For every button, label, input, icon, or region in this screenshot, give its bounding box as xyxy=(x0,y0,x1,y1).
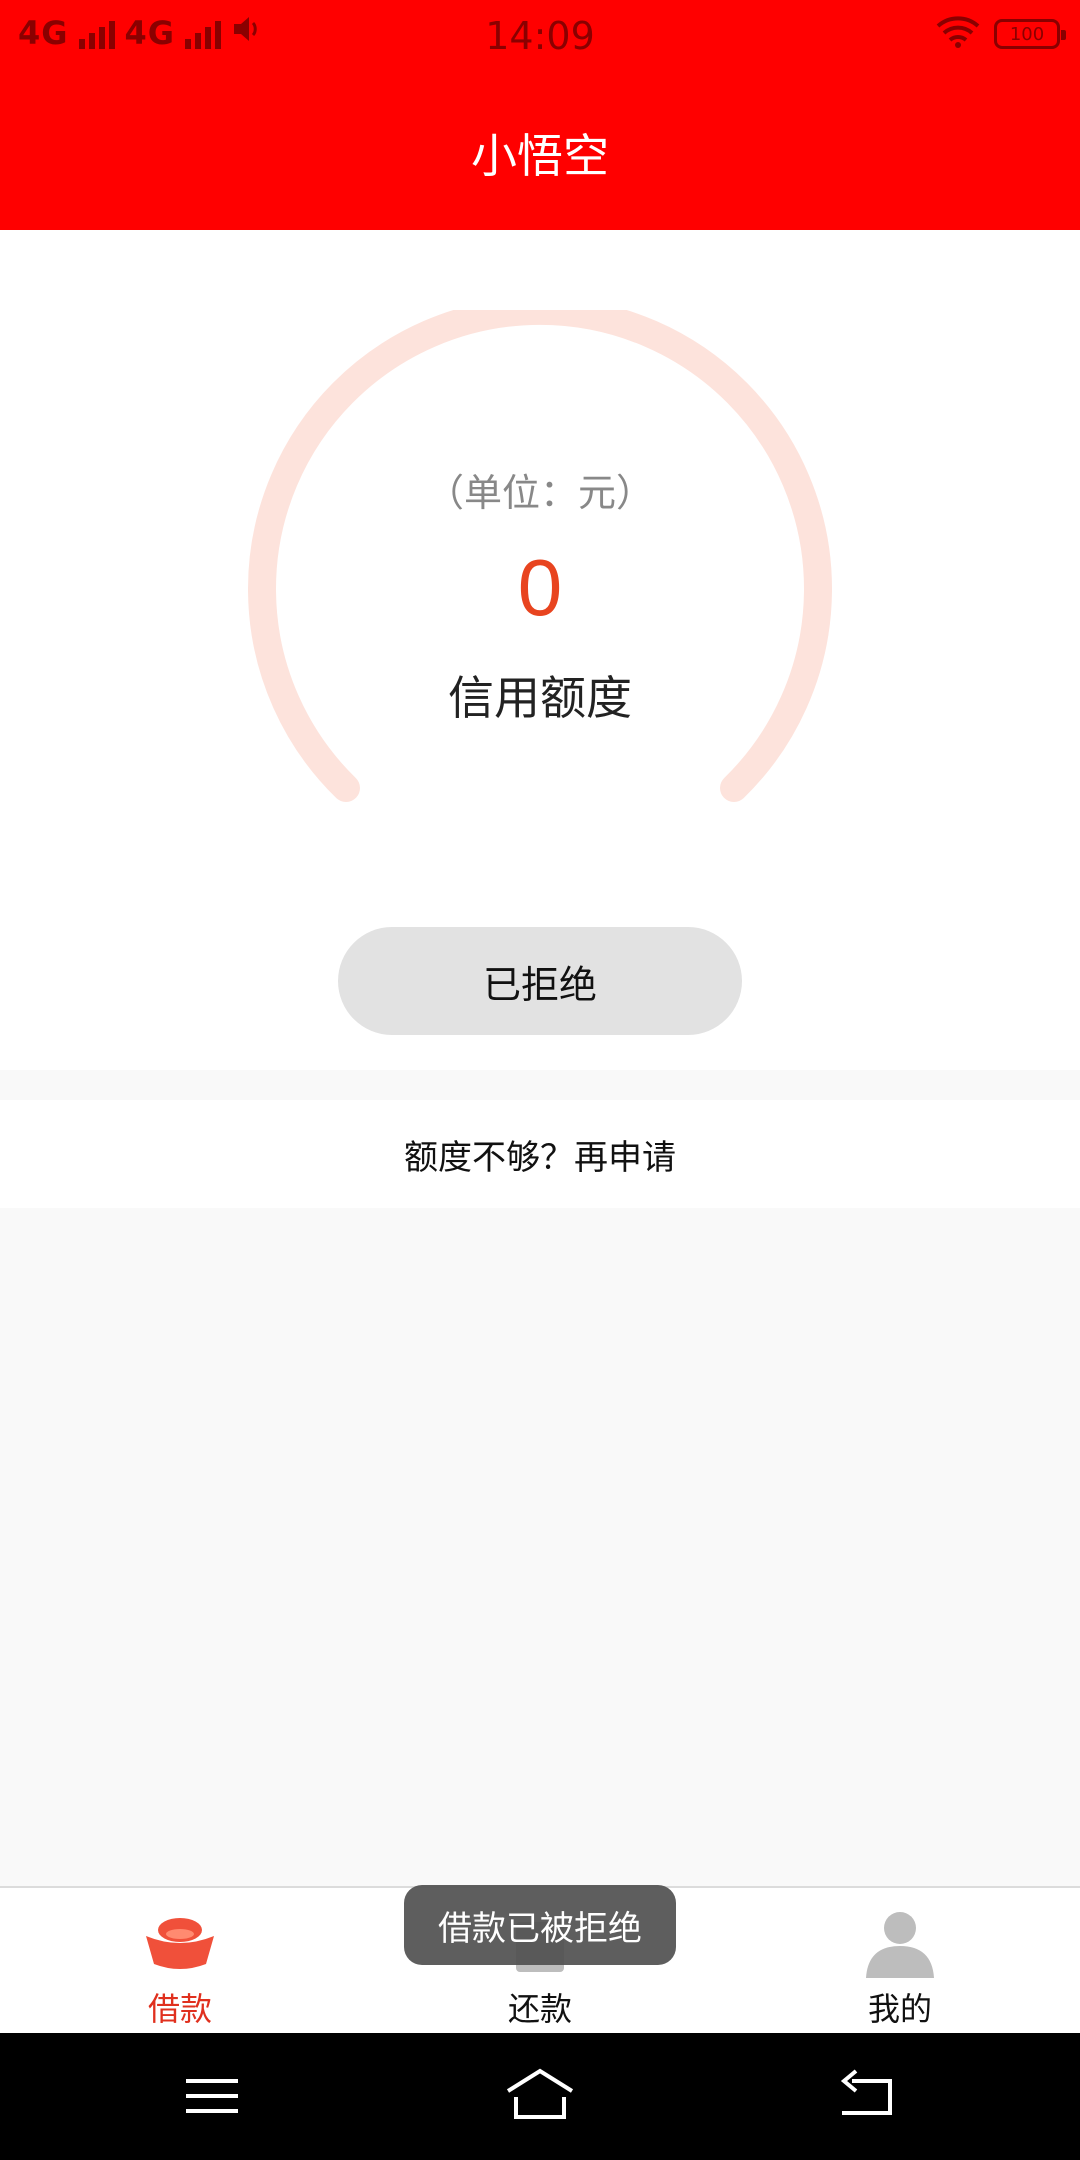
tab-borrow-label: 借款 xyxy=(147,1990,212,2028)
status-bar-right: 100 xyxy=(936,16,1066,52)
credit-label: 信用额度 xyxy=(448,671,632,725)
menu-icon[interactable] xyxy=(172,2061,252,2131)
tab-borrow[interactable]: 借款 xyxy=(0,1888,360,2033)
tab-mine[interactable]: 我的 xyxy=(720,1888,1080,2033)
status-bar: 4G 4G 14:09 100 xyxy=(0,0,1080,75)
tab-repay-label: 还款 xyxy=(507,1990,572,2028)
reapply-link[interactable]: 额度不够？再申请 xyxy=(0,1100,1080,1208)
toast-text: 借款已被拒绝 xyxy=(438,1908,642,1949)
app-header: 小悟空 xyxy=(0,75,1080,230)
tab-mine-label: 我的 xyxy=(867,1990,932,2028)
page-title: 小悟空 xyxy=(471,128,609,183)
battery-icon: 100 xyxy=(994,19,1066,49)
gold-ingot-icon xyxy=(146,1918,214,1969)
status-button[interactable]: 已拒绝 xyxy=(338,927,742,1035)
system-nav-bar xyxy=(0,2033,1080,2160)
back-icon[interactable] xyxy=(828,2061,908,2131)
user-icon xyxy=(866,1912,934,1978)
home-icon[interactable] xyxy=(500,2061,580,2131)
credit-amount: 0 xyxy=(517,543,563,632)
status-button-label: 已拒绝 xyxy=(482,962,597,1007)
battery-level: 100 xyxy=(1009,23,1045,45)
wifi-icon xyxy=(936,16,980,52)
reapply-label: 额度不够？再申请 xyxy=(404,1137,676,1178)
unit-label: （单位：元） xyxy=(425,471,654,515)
status-time: 14:09 xyxy=(485,14,595,58)
toast-message: 借款已被拒绝 xyxy=(404,1885,676,1965)
